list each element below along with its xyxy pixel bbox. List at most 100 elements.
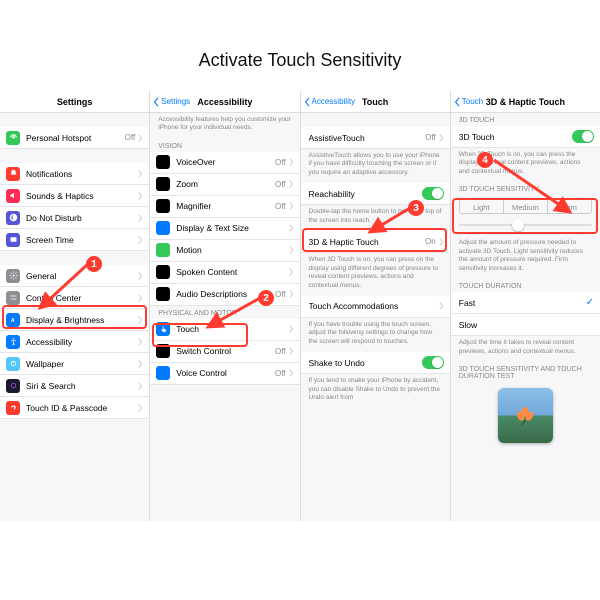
chevron-right-icon xyxy=(289,158,294,166)
sensitivity-slider[interactable] xyxy=(459,218,592,232)
row-label: 3D Touch xyxy=(459,132,572,142)
row-magnifier[interactable]: MagnifierOff xyxy=(150,196,299,218)
touchid-icon xyxy=(6,401,20,415)
section-header: 3D TOUCH xyxy=(451,113,600,126)
chevron-right-icon xyxy=(138,170,143,178)
header-accessibility: Settings Accessibility xyxy=(150,91,299,113)
badge-2: 2 xyxy=(258,290,274,306)
row-personal-hotspot[interactable]: Personal HotspotOff xyxy=(0,127,149,149)
row-value: Off xyxy=(275,369,286,378)
chevron-right-icon xyxy=(138,382,143,390)
row-label: Wallpaper xyxy=(26,359,138,369)
section-header: 3D TOUCH SENSITIVITY xyxy=(451,182,600,195)
row-general[interactable]: General xyxy=(0,265,149,287)
row-wallpaper[interactable]: Wallpaper xyxy=(0,353,149,375)
chevron-right-icon xyxy=(289,290,294,298)
row-voiceover[interactable]: VoiceOverOff xyxy=(150,152,299,174)
chevron-right-icon xyxy=(138,294,143,302)
row-spoken[interactable]: Spoken Content xyxy=(150,262,299,284)
row-reachability[interactable]: Reachability xyxy=(301,183,450,205)
row-audio-desc[interactable]: Audio DescriptionsOff xyxy=(150,284,299,306)
magnifier-icon xyxy=(156,199,170,213)
general-icon xyxy=(6,269,20,283)
back-button[interactable]: Accessibility xyxy=(304,97,356,107)
row-display[interactable]: ADisplay & Brightness xyxy=(0,309,149,331)
seg-light[interactable]: Light xyxy=(460,200,503,213)
chevron-right-icon xyxy=(138,272,143,280)
row-label: Sounds & Haptics xyxy=(26,191,138,201)
row-value: Off xyxy=(275,158,286,167)
row-screentime[interactable]: Screen Time xyxy=(0,229,149,251)
row-label: Notifications xyxy=(26,169,138,179)
seg-firm[interactable]: Firm xyxy=(547,200,591,213)
row-fast[interactable]: Fast✓ xyxy=(451,292,600,314)
row-label: Magnifier xyxy=(176,201,275,211)
display-text-icon xyxy=(156,221,170,235)
3d-touch-toggle[interactable] xyxy=(572,130,594,143)
header-3d-haptic: Touch 3D & Haptic Touch xyxy=(451,91,600,113)
row-label: General xyxy=(26,271,138,281)
row-motion[interactable]: Motion xyxy=(150,240,299,262)
back-button[interactable]: Settings xyxy=(153,97,190,107)
row-switch-control[interactable]: Switch ControlOff xyxy=(150,341,299,363)
row-touch-accommodations[interactable]: Touch Accommodations xyxy=(301,296,450,318)
row-siri[interactable]: Siri & Search xyxy=(0,375,149,397)
chevron-right-icon xyxy=(289,180,294,188)
panel-touch: Accessibility Touch AssistiveTouchOff As… xyxy=(300,91,450,521)
row-notifications[interactable]: Notifications xyxy=(0,163,149,185)
badge-1: 1 xyxy=(86,256,102,272)
test-thumbnail[interactable] xyxy=(498,388,553,443)
badge-3: 3 xyxy=(408,200,424,216)
section-header: 3D TOUCH SENSITIVITY AND TOUCH DURATION … xyxy=(451,362,600,382)
switch-icon xyxy=(156,344,170,358)
row-voice-control[interactable]: Voice ControlOff xyxy=(150,363,299,385)
header-touch: Accessibility Touch xyxy=(301,91,450,113)
row-label: Voice Control xyxy=(176,368,275,378)
row-value: Off xyxy=(275,290,286,299)
row-display-text[interactable]: Display & Text Size xyxy=(150,218,299,240)
row-3d-haptic[interactable]: 3D & Haptic TouchOn xyxy=(301,231,450,253)
audio-desc-icon xyxy=(156,287,170,301)
chevron-right-icon xyxy=(289,369,294,377)
row-3d-touch[interactable]: 3D Touch xyxy=(451,126,600,148)
panel-settings: Settings Personal HotspotOff Notificatio… xyxy=(0,91,149,521)
chevron-right-icon xyxy=(138,316,143,324)
chevron-right-icon xyxy=(138,404,143,412)
reachability-toggle[interactable] xyxy=(422,187,444,200)
row-dnd[interactable]: Do Not Disturb xyxy=(0,207,149,229)
back-button[interactable]: Touch xyxy=(454,97,483,107)
control-center-icon xyxy=(6,291,20,305)
chevron-right-icon xyxy=(138,338,143,346)
sounds-icon xyxy=(6,189,20,203)
chevron-right-icon xyxy=(439,134,444,142)
row-touchid[interactable]: Touch ID & Passcode xyxy=(0,397,149,419)
siri-icon xyxy=(6,379,20,393)
row-label: Screen Time xyxy=(26,235,138,245)
row-touch[interactable]: Touch xyxy=(150,319,299,341)
row-label: Switch Control xyxy=(176,346,275,356)
header-settings: Settings xyxy=(0,91,149,113)
row-label: Personal Hotspot xyxy=(26,133,125,143)
row-label: Fast xyxy=(459,298,586,308)
section-footer: Adjust the time it takes to reveal conte… xyxy=(451,336,600,362)
row-sounds[interactable]: Sounds & Haptics xyxy=(0,185,149,207)
row-value: Off xyxy=(275,180,286,189)
touch-icon xyxy=(156,322,170,336)
row-assistive-touch[interactable]: AssistiveTouchOff xyxy=(301,127,450,149)
row-zoom[interactable]: ZoomOff xyxy=(150,174,299,196)
row-label: Display & Text Size xyxy=(176,223,288,233)
wallpaper-icon xyxy=(6,357,20,371)
row-label: Touch ID & Passcode xyxy=(26,403,138,413)
shake-toggle[interactable] xyxy=(422,356,444,369)
section-footer: Adjust the amount of pressure needed to … xyxy=(451,236,600,279)
row-label: Do Not Disturb xyxy=(26,213,138,223)
sensitivity-segmented[interactable]: LightMediumFirm xyxy=(459,199,592,214)
row-accessibility[interactable]: Accessibility xyxy=(0,331,149,353)
row-slow[interactable]: Slow xyxy=(451,314,600,336)
row-value: Off xyxy=(125,133,136,142)
row-shake-undo[interactable]: Shake to Undo xyxy=(301,352,450,374)
accessibility-icon xyxy=(6,335,20,349)
notifications-icon xyxy=(6,167,20,181)
seg-medium[interactable]: Medium xyxy=(503,200,547,213)
row-control-center[interactable]: Control Center xyxy=(0,287,149,309)
